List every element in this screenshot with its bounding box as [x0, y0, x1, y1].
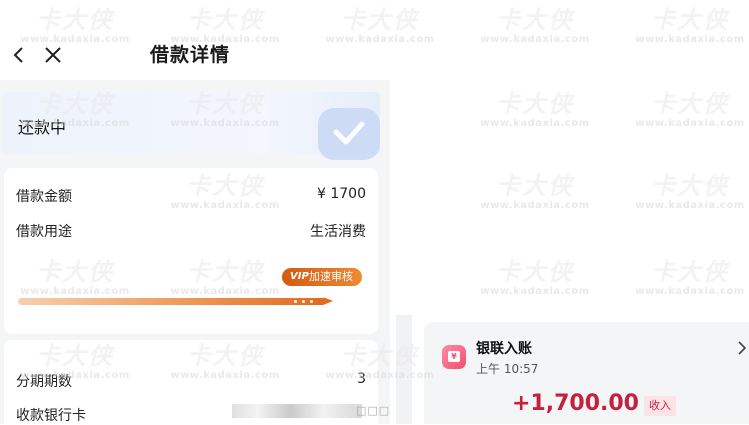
- review-status-badge: VIP 加速审核中: [282, 268, 362, 301]
- periods-label: 分期期数: [16, 374, 72, 390]
- purpose-label: 借款用途: [16, 224, 72, 240]
- amount-value: ¥ 1700: [317, 186, 366, 202]
- yuan-card-icon: ¥: [442, 345, 466, 369]
- progress-dot: [294, 300, 297, 303]
- notification-time: 上午 10:57: [476, 362, 539, 376]
- notification-amount: +1,700.00: [512, 391, 639, 416]
- check-icon: [318, 108, 380, 160]
- bank-card-masked-value: [232, 404, 362, 418]
- periods-value: 3: [357, 371, 366, 387]
- notification-title: 银联入账: [476, 341, 532, 357]
- yuan-glyph: ¥: [448, 351, 460, 362]
- progress-arrow-icon: [323, 297, 333, 305]
- loan-status-text: 还款中: [18, 118, 67, 137]
- progress-dot: [302, 300, 305, 303]
- review-progress-fill: [18, 298, 326, 305]
- purpose-value: 生活消费: [310, 224, 366, 240]
- amount-label: 借款金额: [16, 189, 72, 205]
- chevron-right-icon[interactable]: [737, 341, 747, 355]
- progress-dot: [310, 300, 313, 303]
- bank-card-label: 收款银行卡: [16, 408, 86, 424]
- bank-card-mask-squares: □□□: [356, 404, 391, 417]
- review-progress-bar: [18, 295, 336, 309]
- divider-strip: [396, 315, 412, 424]
- income-tag: 收入: [644, 396, 676, 416]
- page-title: 借款详情: [149, 44, 230, 66]
- vip-tag: VIP: [290, 271, 309, 282]
